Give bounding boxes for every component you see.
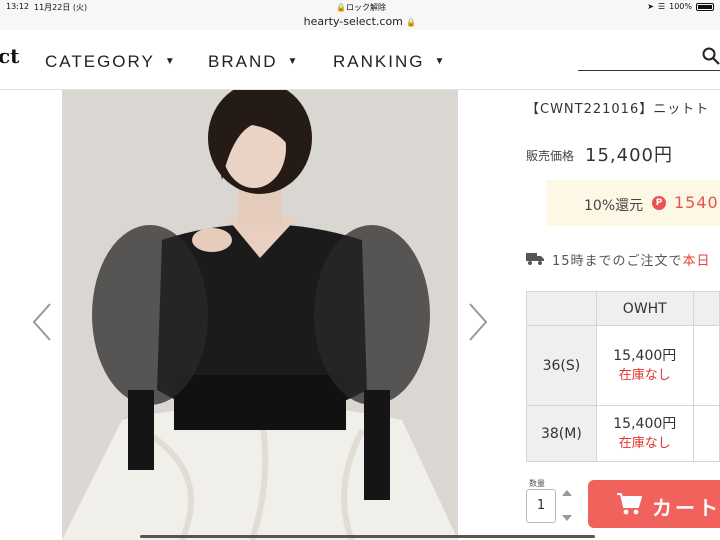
lock-status: 🔒ロック解除 [336,2,386,13]
cell-status: 在庫なし [618,435,671,451]
battery-percent: 100% [669,2,692,11]
cart-label: カート [652,496,720,520]
shipping-highlight: 本日 [682,254,711,269]
cart-icon [617,493,642,515]
lock-label: ロック解除 [345,3,386,12]
status-indicators: ➤ ☰ 100% [647,2,714,11]
price-value: 15,400円 [585,145,673,166]
add-to-cart-button[interactable]: カート [588,480,720,528]
quantity-label: 数量 [529,479,545,488]
battery-icon [696,2,714,11]
price-label: 販売価格 [526,149,575,163]
status-date: 11月22日 (火) [34,3,88,12]
nav-ranking-label: RANKING [333,52,425,71]
site-logo[interactable]: ct [0,44,19,68]
stock-cell[interactable]: 15,400円 在庫なし [595,325,694,406]
caret-down-icon: ▼ [434,56,447,67]
points-rate: 10%還元 [584,198,644,214]
quantity-down-icon[interactable] [562,515,572,521]
cell-price: 15,400円 [613,347,677,364]
nav-brand-label: BRAND [208,52,278,71]
nav-category[interactable]: CATEGORY ▼ [45,52,177,72]
quantity-up-icon[interactable] [562,490,572,496]
table-header-row: OWHT [526,291,720,326]
caret-down-icon: ▼ [164,56,177,67]
product-image [62,90,458,540]
table-cell [692,325,720,406]
nav-category-label: CATEGORY [45,52,155,71]
shipping-text: 15時までのご注文で [552,254,683,269]
caret-down-icon: ▼ [287,56,300,67]
location-icon: ➤ [647,2,654,11]
cell-price: 15,400円 [613,415,677,432]
points-value: 1540 [674,193,719,212]
product-code: 【CWNT221016】ニットト [526,102,710,117]
stock-table: OWHT 36(S) 15,400円 在庫なし 38(M) 15,400円 在庫… [526,291,720,462]
cell-status: 在庫なし [618,367,671,383]
nav-brand[interactable]: BRAND ▼ [208,52,299,72]
search-input[interactable] [578,70,720,71]
lock-icon: 🔒 [336,3,346,12]
search-icon[interactable] [702,47,720,65]
points-icon: P [652,196,666,210]
url-text: hearty-select.com [303,15,403,28]
secure-lock-icon: 🔒 [406,18,417,27]
color-header: OWHT [595,291,694,326]
wifi-icon: ☰ [657,2,666,11]
site-header: ct CATEGORY ▼ BRAND ▼ RANKING ▼ [0,30,720,90]
status-time: 13:12 [6,2,30,11]
nav-ranking[interactable]: RANKING ▼ [333,52,446,72]
next-arrow-icon[interactable] [466,300,490,344]
table-cell [692,405,720,462]
size-cell: 38(M) [526,405,597,462]
table-row: 36(S) 15,400円 在庫なし [526,325,720,406]
stock-cell[interactable]: 15,400円 在庫なし [595,405,694,462]
quantity-input[interactable]: 1 [526,489,556,523]
table-corner [526,291,597,326]
table-row: 38(M) 15,400円 在庫なし [526,405,720,462]
size-cell: 36(S) [526,325,597,406]
address-bar[interactable]: hearty-select.com 🔒 [0,15,720,28]
product-photo[interactable] [62,90,458,540]
status-bar: 13:12 11月22日 (火) 🔒ロック解除 hearty-select.co… [0,0,720,30]
scroll-indicator [140,535,595,538]
truck-icon [526,253,544,265]
prev-arrow-icon[interactable] [30,300,54,344]
points-box: 10%還元 P 1540 [546,180,720,226]
shipping-note: 15時までのご注文で本日 [552,250,711,269]
table-cell [692,291,720,326]
